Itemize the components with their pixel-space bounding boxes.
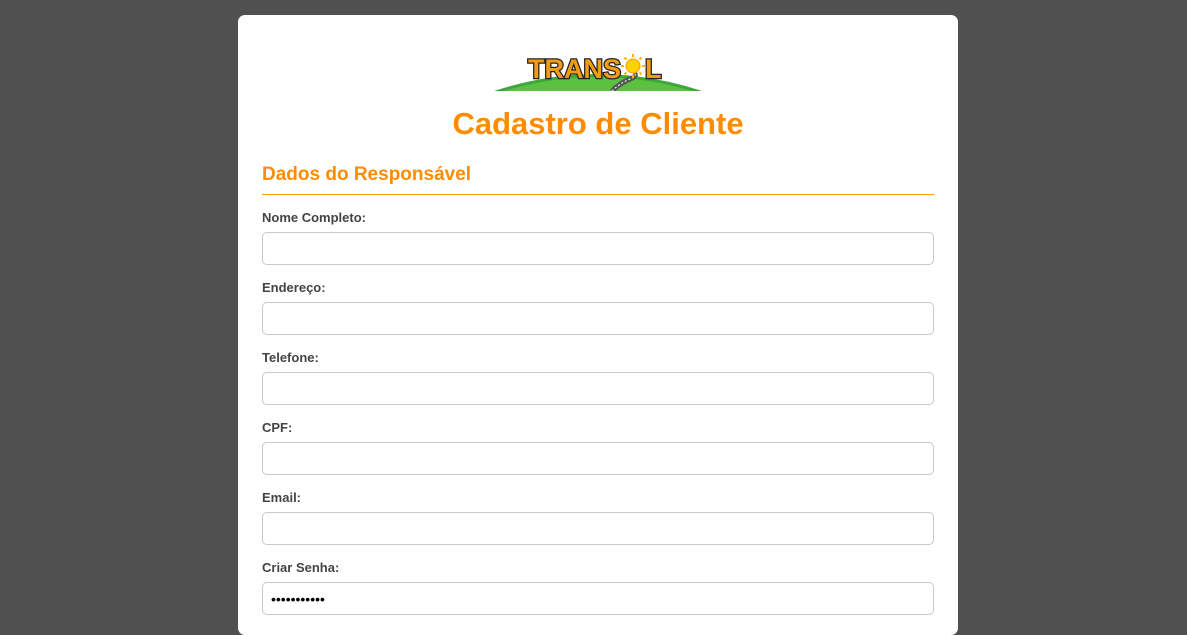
- logo-text-left: TRANS: [528, 54, 621, 84]
- cpf-input[interactable]: [262, 442, 934, 475]
- section-title: Dados do Responsável: [262, 164, 934, 195]
- nome-completo-label: Nome Completo:: [262, 210, 366, 225]
- nome-completo-input[interactable]: [262, 232, 934, 265]
- endereco-label: Endereço:: [262, 280, 326, 295]
- telefone-label: Telefone:: [262, 350, 319, 365]
- page-title: Cadastro de Cliente: [452, 106, 744, 141]
- field-endereco: Endereço:: [262, 280, 934, 335]
- senha-input[interactable]: [262, 582, 934, 615]
- field-email: Email:: [262, 490, 934, 545]
- field-nome-completo: Nome Completo:: [262, 210, 934, 265]
- transol-logo: TRANS L: [494, 49, 702, 91]
- logo-container: TRANS L: [262, 49, 934, 91]
- field-telefone: Telefone:: [262, 350, 934, 405]
- endereco-input[interactable]: [262, 302, 934, 335]
- senha-label: Criar Senha:: [262, 560, 340, 575]
- logo-text-right: L: [645, 54, 662, 84]
- field-cpf: CPF:: [262, 420, 934, 475]
- email-input[interactable]: [262, 512, 934, 545]
- telefone-input[interactable]: [262, 372, 934, 405]
- email-label: Email:: [262, 490, 302, 505]
- registration-card: TRANS L Cadastro de Cliente Dados do Res…: [238, 15, 958, 635]
- cpf-label: CPF:: [262, 420, 293, 435]
